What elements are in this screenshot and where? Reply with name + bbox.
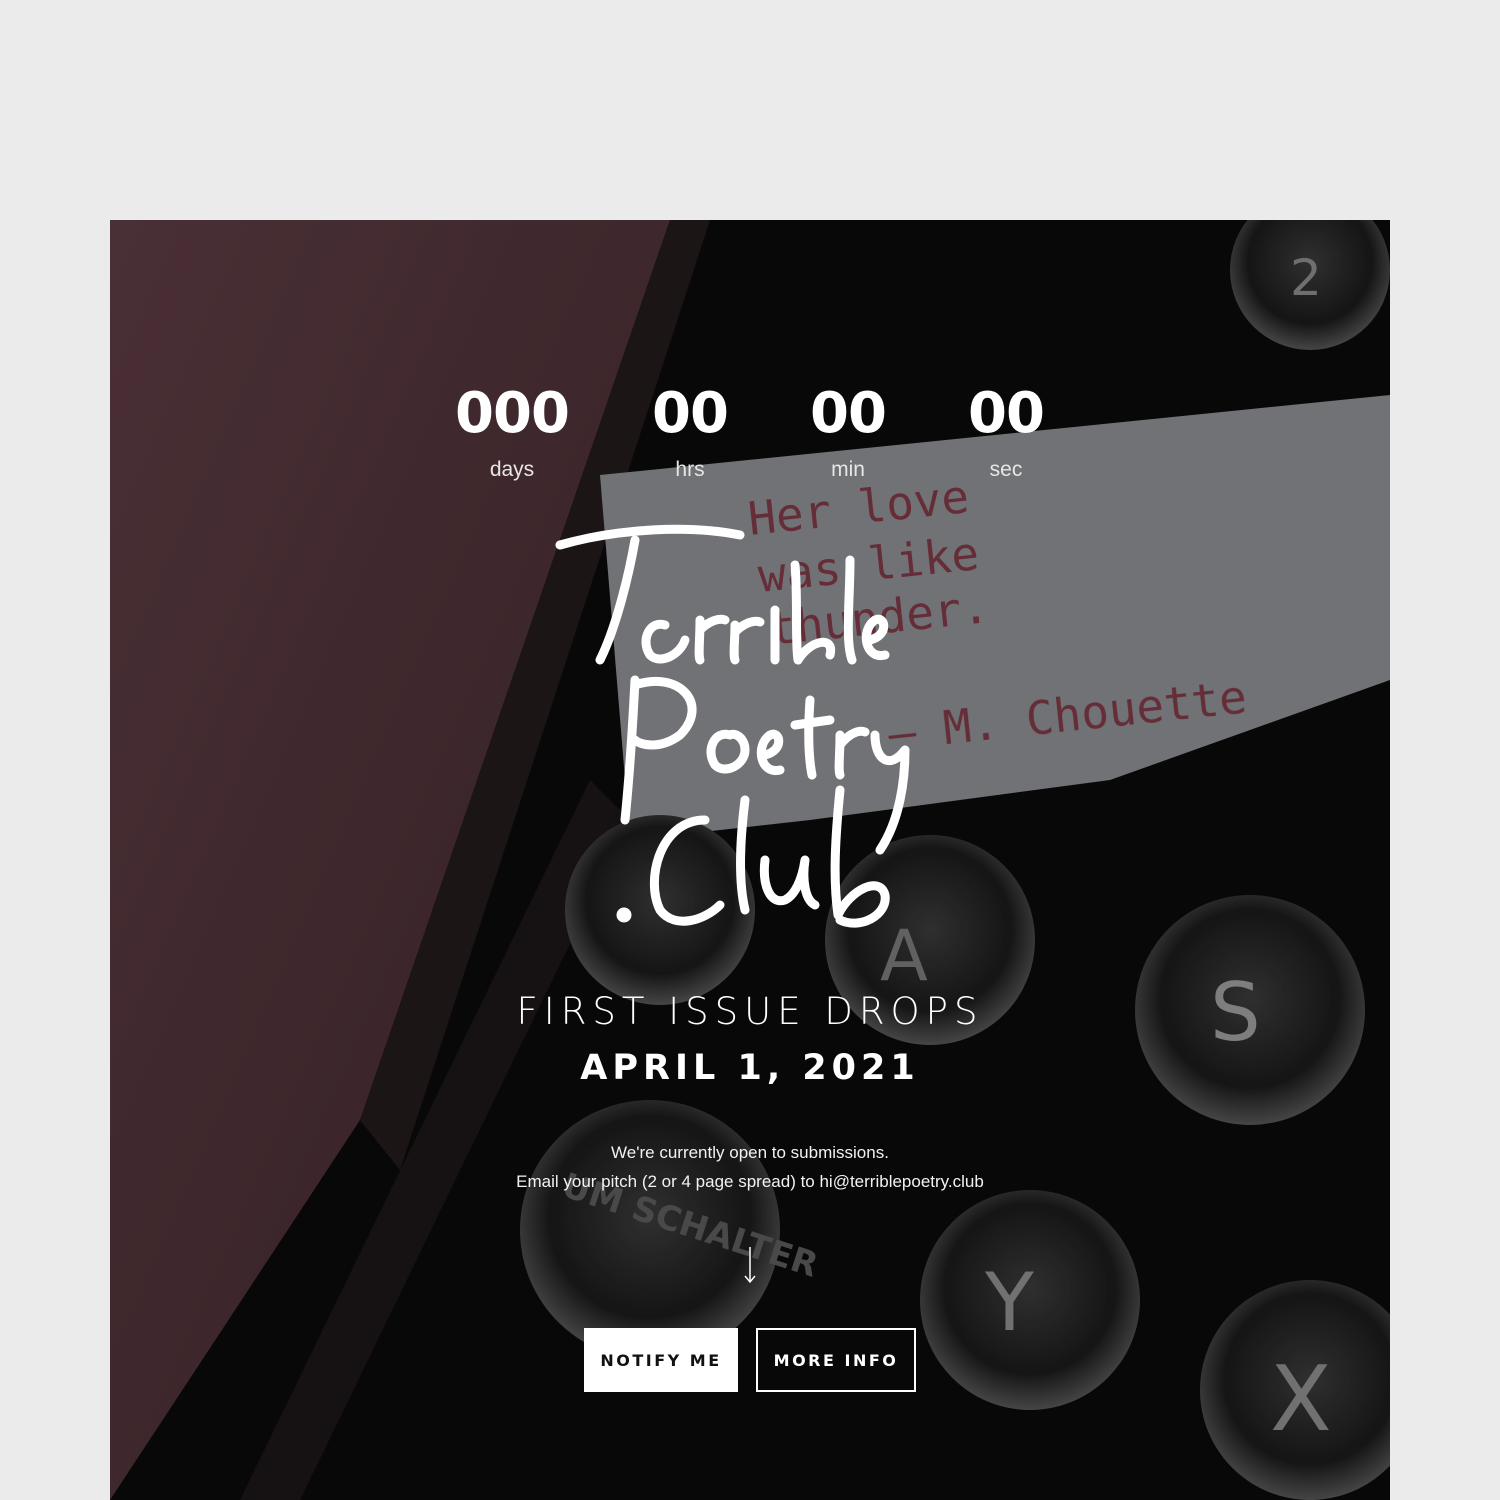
countdown-seconds: 00 sec [926,380,1086,482]
release-date: APRIL 1, 2021 [580,1048,920,1088]
countdown-hours-label: hrs [675,458,705,481]
countdown-minutes: 00 min [768,380,928,482]
terrible-poetry-club-logo [540,520,960,950]
countdown-days-label: days [489,458,535,481]
submission-info-line-1: We're currently open to submissions. [611,1143,889,1162]
more-info-button[interactable]: MORE INFO [756,1328,916,1392]
countdown-minutes-label: min [831,458,865,481]
countdown-days-value: 000 [455,381,570,446]
countdown-days: 000 days [432,380,592,482]
scroll-down-arrow-icon[interactable] [740,1245,760,1285]
countdown-seconds-label: sec [989,458,1023,481]
tagline: FIRST ISSUE DROPS [516,990,984,1033]
hero-section: Her love was like thunder. — M. Chouette… [110,220,1390,1500]
submission-info: We're currently open to submissions. Ema… [110,1138,1390,1196]
countdown-seconds-value: 00 [968,381,1045,446]
countdown-timer: 000 days 00 hrs 00 min 00 sec [110,380,1390,490]
countdown-hours-value: 00 [652,381,729,446]
submission-info-line-2: Email your pitch (2 or 4 page spread) to… [516,1172,984,1191]
notify-me-button[interactable]: NOTIFY ME [584,1328,738,1392]
countdown-minutes-value: 00 [810,381,887,446]
countdown-hours: 00 hrs [610,380,770,482]
